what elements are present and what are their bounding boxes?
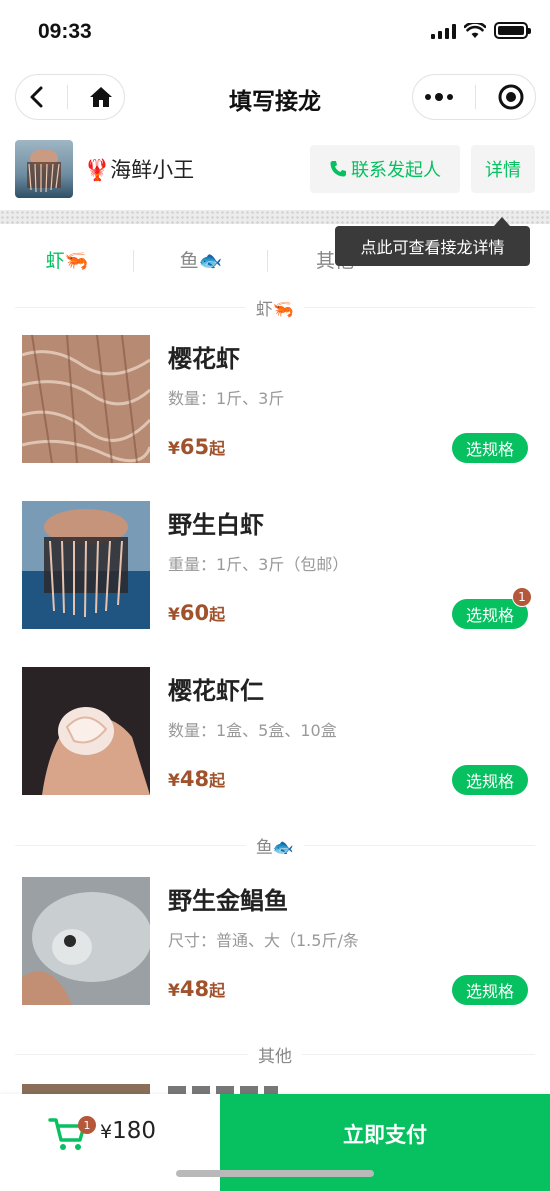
cart-total: ¥180 — [100, 1118, 156, 1144]
cellular-signal-icon — [431, 23, 456, 39]
select-spec-button[interactable]: 选规格 — [452, 975, 528, 1005]
product-name: 野生金鲳鱼 — [168, 887, 288, 915]
product-price: ¥48起 — [168, 767, 226, 791]
product-image[interactable] — [22, 335, 150, 463]
product-price: ¥65起 — [168, 435, 226, 459]
product-card[interactable]: 樱花虾仁 数量：1盒、5盒、10盒 ¥48起 选规格 — [0, 667, 550, 797]
battery-icon — [494, 22, 531, 39]
close-miniprogram-icon[interactable] — [497, 83, 525, 111]
product-name: 野生白虾 — [168, 511, 264, 539]
select-spec-label: 选规格 — [465, 606, 514, 625]
dotted-divider — [0, 210, 550, 224]
lobster-emoji: 🦞 — [84, 158, 111, 182]
contact-organizer-label: 联系发起人 — [351, 160, 441, 181]
nav-capsule-right — [412, 74, 536, 120]
home-indicator — [176, 1170, 374, 1177]
section-title: 鱼🐟 — [245, 832, 305, 858]
more-icon[interactable] — [424, 92, 454, 102]
section-header-fish: 鱼🐟 — [0, 830, 550, 860]
product-image[interactable] — [22, 877, 150, 1005]
quantity-badge: 1 — [512, 587, 532, 607]
product-spec: 重量：1斤、3斤（包邮） — [168, 555, 349, 574]
product-spec: 数量：1盒、5盒、10盒 — [168, 721, 337, 740]
status-time: 09:33 — [38, 20, 92, 43]
product-name: 樱花虾 — [168, 345, 240, 373]
product-name: 樱花虾仁 — [168, 677, 264, 705]
details-button[interactable]: 详情 — [471, 145, 535, 193]
contact-organizer-button[interactable]: 联系发起人 — [310, 145, 460, 193]
product-image[interactable] — [22, 501, 150, 629]
status-icons — [431, 22, 531, 39]
details-tooltip[interactable]: 点此可查看接龙详情 — [335, 217, 530, 266]
section-title: 其他 — [248, 1041, 302, 1067]
nav-bar: 填写接龙 — [0, 72, 550, 124]
product-spec: 尺寸：普通、大（1.5斤/条 — [168, 931, 359, 950]
product-card[interactable]: 野生金鲳鱼 尺寸：普通、大（1.5斤/条 ¥48起 选规格 — [0, 877, 550, 1007]
product-spec: 数量：1斤、3斤 — [168, 389, 285, 408]
cart-count-badge: 1 — [78, 1116, 96, 1134]
tab-label: 虾🦐 — [45, 250, 89, 272]
shop-avatar[interactable] — [15, 140, 73, 198]
wifi-icon — [464, 22, 486, 38]
product-image[interactable] — [22, 667, 150, 795]
tab-label: 鱼🐟 — [179, 250, 223, 272]
tab-shrimp[interactable]: 虾🦐 — [0, 236, 134, 286]
status-bar: 09:33 — [0, 0, 550, 68]
phone-icon — [330, 161, 346, 177]
tab-fish[interactable]: 鱼🐟 — [134, 236, 268, 286]
product-price: ¥48起 — [168, 977, 226, 1001]
shop-name-text: 海鲜小王 — [110, 158, 195, 182]
select-spec-button[interactable]: 选规格 — [452, 433, 528, 463]
shop-name: 🦞海鲜小王 — [84, 154, 194, 184]
product-card[interactable]: 樱花虾 数量：1斤、3斤 ¥65起 选规格 — [0, 335, 550, 465]
select-spec-button[interactable]: 选规格 — [452, 765, 528, 795]
shop-header: 🦞海鲜小王 联系发起人 详情 — [0, 140, 550, 206]
select-spec-button[interactable]: 选规格 1 — [452, 587, 532, 629]
section-header-shrimp: 虾🦐 — [0, 292, 550, 322]
section-title: 虾🦐 — [245, 294, 305, 320]
product-price: ¥60起 — [168, 601, 226, 625]
capsule-divider — [474, 85, 476, 109]
product-card[interactable]: 野生白虾 重量：1斤、3斤（包邮） ¥60起 选规格 1 — [0, 501, 550, 631]
section-header-other: 其他 — [0, 1039, 550, 1069]
